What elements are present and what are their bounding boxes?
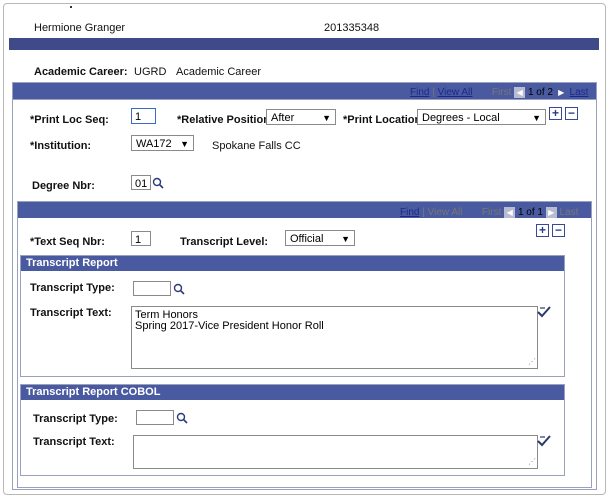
transcript-level-dropdown-icon: ▼ xyxy=(341,234,350,244)
outer-row-count: 1 of 2 xyxy=(527,87,553,99)
cobol-resize-grip-icon[interactable]: ⋰ xyxy=(528,456,536,467)
header-divider-bar xyxy=(9,38,599,50)
inner-next-icon[interactable]: ▶ xyxy=(545,207,557,218)
cobol-transcript-type-input[interactable] xyxy=(136,410,174,425)
outer-prev-icon[interactable]: ◀ xyxy=(514,87,526,98)
inner-first-label: First xyxy=(481,207,502,219)
inner-find-link[interactable]: Find xyxy=(400,207,419,218)
print-loc-seq-label: *Print Loc Seq: xyxy=(30,114,109,126)
academic-career-desc: Academic Career xyxy=(176,66,261,78)
transcript-report-title: Transcript Report xyxy=(21,256,564,271)
resize-grip-icon[interactable]: ⋰ xyxy=(528,356,536,367)
transcript-text-line-2: Spring 2017-Vice President Honor Roll xyxy=(135,320,324,332)
transcript-text-area[interactable]: Term Honors Spring 2017-Vice President H… xyxy=(131,306,538,369)
inner-row-count: 1 of 1 xyxy=(517,207,543,219)
add-row-button[interactable]: + xyxy=(549,107,562,120)
institution-select[interactable]: WA172 ▼ xyxy=(131,135,194,151)
top-marker xyxy=(70,6,72,8)
outer-view-all-link[interactable]: View All xyxy=(438,87,473,98)
inner-separator: | xyxy=(422,207,425,219)
cobol-spell-check-icon[interactable] xyxy=(537,434,551,448)
transcript-level-select[interactable]: Official ▼ xyxy=(285,230,355,246)
relative-position-label: *Relative Position: xyxy=(177,114,274,126)
inner-prev-icon[interactable]: ◀ xyxy=(504,207,516,218)
transcript-type-lookup-icon[interactable] xyxy=(173,283,185,295)
text-seq-nbr-label: *Text Seq Nbr: xyxy=(30,236,105,248)
outer-last-link[interactable]: Last xyxy=(570,87,589,98)
degree-nbr-lookup-icon[interactable] xyxy=(152,177,164,189)
institution-dropdown-icon: ▼ xyxy=(180,139,189,149)
print-location-dropdown-icon: ▼ xyxy=(532,113,541,123)
institution-label: *Institution: xyxy=(30,140,92,152)
relative-position-dropdown-icon: ▼ xyxy=(322,113,331,123)
inner-navigation: Find | View All First ◀ 1 of 1 ▶ Last xyxy=(400,207,578,218)
academic-career-label: Academic Career: xyxy=(34,66,128,78)
print-loc-seq-input[interactable]: 1 xyxy=(131,108,156,124)
transcript-level-value: Official xyxy=(290,233,324,245)
outer-first-label: First xyxy=(491,87,512,99)
inner-last-link[interactable]: Last xyxy=(560,207,579,218)
academic-career-code: UGRD xyxy=(134,66,167,78)
print-location-nav-strip xyxy=(13,99,596,100)
cobol-transcript-text-area[interactable]: ⋰ xyxy=(133,435,538,469)
transcript-type-input[interactable] xyxy=(133,281,171,296)
institution-value: WA172 xyxy=(136,138,172,150)
transcript-text-label: Transcript Text: xyxy=(30,307,112,319)
inner-delete-row-button[interactable]: − xyxy=(552,224,565,237)
spell-check-icon[interactable] xyxy=(537,305,551,319)
transcript-level-label: Transcript Level: xyxy=(180,236,269,248)
outer-next-icon[interactable]: ▶ xyxy=(555,87,567,98)
cobol-transcript-type-label: Transcript Type: xyxy=(33,413,118,425)
student-id: 201335348 xyxy=(324,22,380,34)
delete-row-button[interactable]: − xyxy=(565,107,578,120)
inner-add-row-button[interactable]: + xyxy=(536,224,549,237)
student-name: Hermione Granger xyxy=(34,22,126,34)
inner-view-all-link[interactable]: View All xyxy=(428,207,463,218)
text-seq-nbr-input[interactable]: 1 xyxy=(131,231,151,246)
outer-find-link[interactable]: Find xyxy=(410,87,429,98)
print-location-value: Degrees - Local xyxy=(422,112,500,124)
degree-nbr-label: Degree Nbr: xyxy=(32,180,95,192)
transcript-report-cobol-title: Transcript Report COBOL xyxy=(21,385,564,400)
relative-position-value: After xyxy=(271,112,295,124)
outer-navigation: Find | View All First ◀ 1 of 2 ▶ Last xyxy=(410,87,588,98)
degree-nbr-input[interactable]: 01 xyxy=(131,175,151,190)
cobol-transcript-text-label: Transcript Text: xyxy=(33,436,115,448)
print-location-label: *Print Location: xyxy=(343,114,425,126)
cobol-transcript-type-lookup-icon[interactable] xyxy=(176,412,188,424)
print-location-select[interactable]: Degrees - Local ▼ xyxy=(417,109,546,125)
outer-separator: | xyxy=(432,87,435,99)
relative-position-select[interactable]: After ▼ xyxy=(266,109,336,125)
transcript-type-label: Transcript Type: xyxy=(30,282,115,294)
institution-desc: Spokane Falls CC xyxy=(212,140,301,152)
